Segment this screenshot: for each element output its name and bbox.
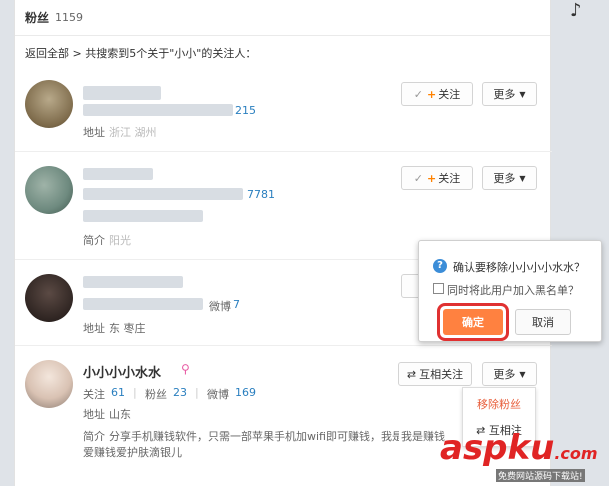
more-button[interactable]: 更多 ▼ bbox=[482, 82, 537, 106]
address-label: 地址 bbox=[83, 126, 105, 139]
page-title: 粉丝 bbox=[25, 11, 50, 25]
check-icon: ✓ bbox=[413, 171, 423, 185]
watermark-logo-text: aspku bbox=[440, 428, 555, 468]
fans-stat-value[interactable]: 23 bbox=[173, 386, 187, 399]
watermark-logo: aspku.com bbox=[440, 428, 598, 468]
follow-stat-label: 关注 bbox=[83, 388, 105, 401]
follow-stat-value[interactable]: 61 bbox=[111, 386, 125, 399]
blacklist-checkbox[interactable] bbox=[433, 283, 444, 294]
list-item: 215 地址 浙江 湖州 ✓ + 关注 更多 ▼ bbox=[15, 72, 552, 152]
stat-number: 215 bbox=[235, 104, 256, 117]
breadcrumb: 返回全部 > 共搜索到5个关于"小小"的关注人： bbox=[25, 45, 256, 61]
female-icon: ⚲ bbox=[181, 362, 190, 376]
blurred-stats bbox=[83, 188, 243, 200]
more-label: 更多 bbox=[493, 368, 516, 381]
search-result-summary: 共搜索到5个关于"小小"的关注人： bbox=[85, 47, 257, 60]
confirm-message: 确认要移除小小小小水水？ bbox=[453, 261, 585, 274]
more-button[interactable]: 更多 ▼ bbox=[482, 166, 537, 190]
fans-count: 1159 bbox=[55, 11, 84, 24]
intro-value-line2: 爱赚钱爱护肤滴银儿 bbox=[83, 446, 182, 459]
mutual-follow-label: 互相关注 bbox=[419, 368, 464, 381]
confirm-remove-dialog: ? 确认要移除小小小小水水？ 同时将此用户加入黑名单？ 确定 取消 bbox=[418, 240, 602, 342]
follow-button[interactable]: ✓ + 关注 bbox=[401, 82, 473, 106]
avatar[interactable] bbox=[25, 274, 73, 322]
blurred-stats bbox=[83, 298, 203, 310]
blurred-name bbox=[83, 86, 161, 100]
follow-button[interactable]: ✓ + 关注 bbox=[401, 166, 473, 190]
stat-number: 7781 bbox=[247, 188, 275, 201]
back-all-link[interactable]: 返回全部 bbox=[25, 47, 69, 60]
chevron-down-icon: ▼ bbox=[519, 89, 526, 99]
plus-icon: + bbox=[427, 87, 437, 101]
music-note-icon: ♪ bbox=[570, 0, 582, 21]
blurred-stats bbox=[83, 104, 233, 116]
weibo-label: 微博 bbox=[209, 300, 231, 313]
weibo-count: 7 bbox=[233, 298, 240, 311]
blurred-name bbox=[83, 168, 153, 180]
blurred-name bbox=[83, 276, 183, 288]
more-label: 更多 bbox=[493, 88, 516, 101]
user-name[interactable]: 小小小小水水 bbox=[83, 362, 161, 381]
avatar[interactable] bbox=[25, 360, 73, 408]
plus-icon: + bbox=[427, 171, 437, 185]
follow-label: 关注 bbox=[438, 88, 461, 101]
weibo-stat-value[interactable]: 169 bbox=[235, 386, 256, 399]
blurred-address bbox=[83, 210, 203, 222]
address-value: 东 枣庄 bbox=[109, 322, 146, 335]
cancel-button[interactable]: 取消 bbox=[515, 309, 571, 335]
fans-stat-label: 粉丝 bbox=[145, 388, 167, 401]
follow-label: 关注 bbox=[438, 172, 461, 185]
avatar[interactable] bbox=[25, 166, 73, 214]
address-value: 山东 bbox=[109, 408, 131, 421]
intro-value: 阳光 bbox=[109, 234, 131, 247]
more-button[interactable]: 更多 ▼ bbox=[482, 362, 537, 386]
weibo-stat-label: 微博 bbox=[207, 388, 229, 401]
intro-value: 分享手机赚钱软件，只需一部苹果手机加wifi即可赚钱，我是 bbox=[109, 430, 399, 443]
address-label: 地址 bbox=[83, 408, 105, 421]
chevron-down-icon: ▼ bbox=[519, 173, 526, 183]
question-icon: ? bbox=[433, 259, 447, 273]
swap-icon: ⇄ bbox=[406, 367, 417, 381]
address-value: 浙江 湖州 bbox=[109, 126, 157, 139]
address-label: 地址 bbox=[83, 322, 105, 335]
intro-label: 简介 bbox=[83, 430, 105, 443]
avatar[interactable] bbox=[25, 80, 73, 128]
page-header: 粉丝 1159 bbox=[15, 0, 550, 36]
confirm-button[interactable]: 确定 bbox=[443, 309, 503, 335]
check-icon: ✓ bbox=[413, 87, 423, 101]
intro-tail: 我是赚钱 bbox=[401, 430, 445, 443]
breadcrumb-separator: > bbox=[72, 47, 82, 60]
divider: | bbox=[133, 386, 137, 399]
divider: | bbox=[195, 386, 199, 399]
remove-fan-item[interactable]: 移除粉丝 bbox=[463, 396, 535, 412]
intro-label: 简介 bbox=[83, 234, 105, 247]
chevron-down-icon: ▼ bbox=[519, 369, 526, 379]
mutual-follow-button[interactable]: ⇄ 互相关注 bbox=[398, 362, 472, 386]
blacklist-checkbox-label[interactable]: 同时将此用户加入黑名单？ bbox=[447, 282, 579, 298]
watermark-logo-tld: .com bbox=[554, 444, 598, 463]
more-label: 更多 bbox=[493, 172, 516, 185]
watermark-subtitle: 免费网站源码下载站! bbox=[496, 469, 585, 482]
